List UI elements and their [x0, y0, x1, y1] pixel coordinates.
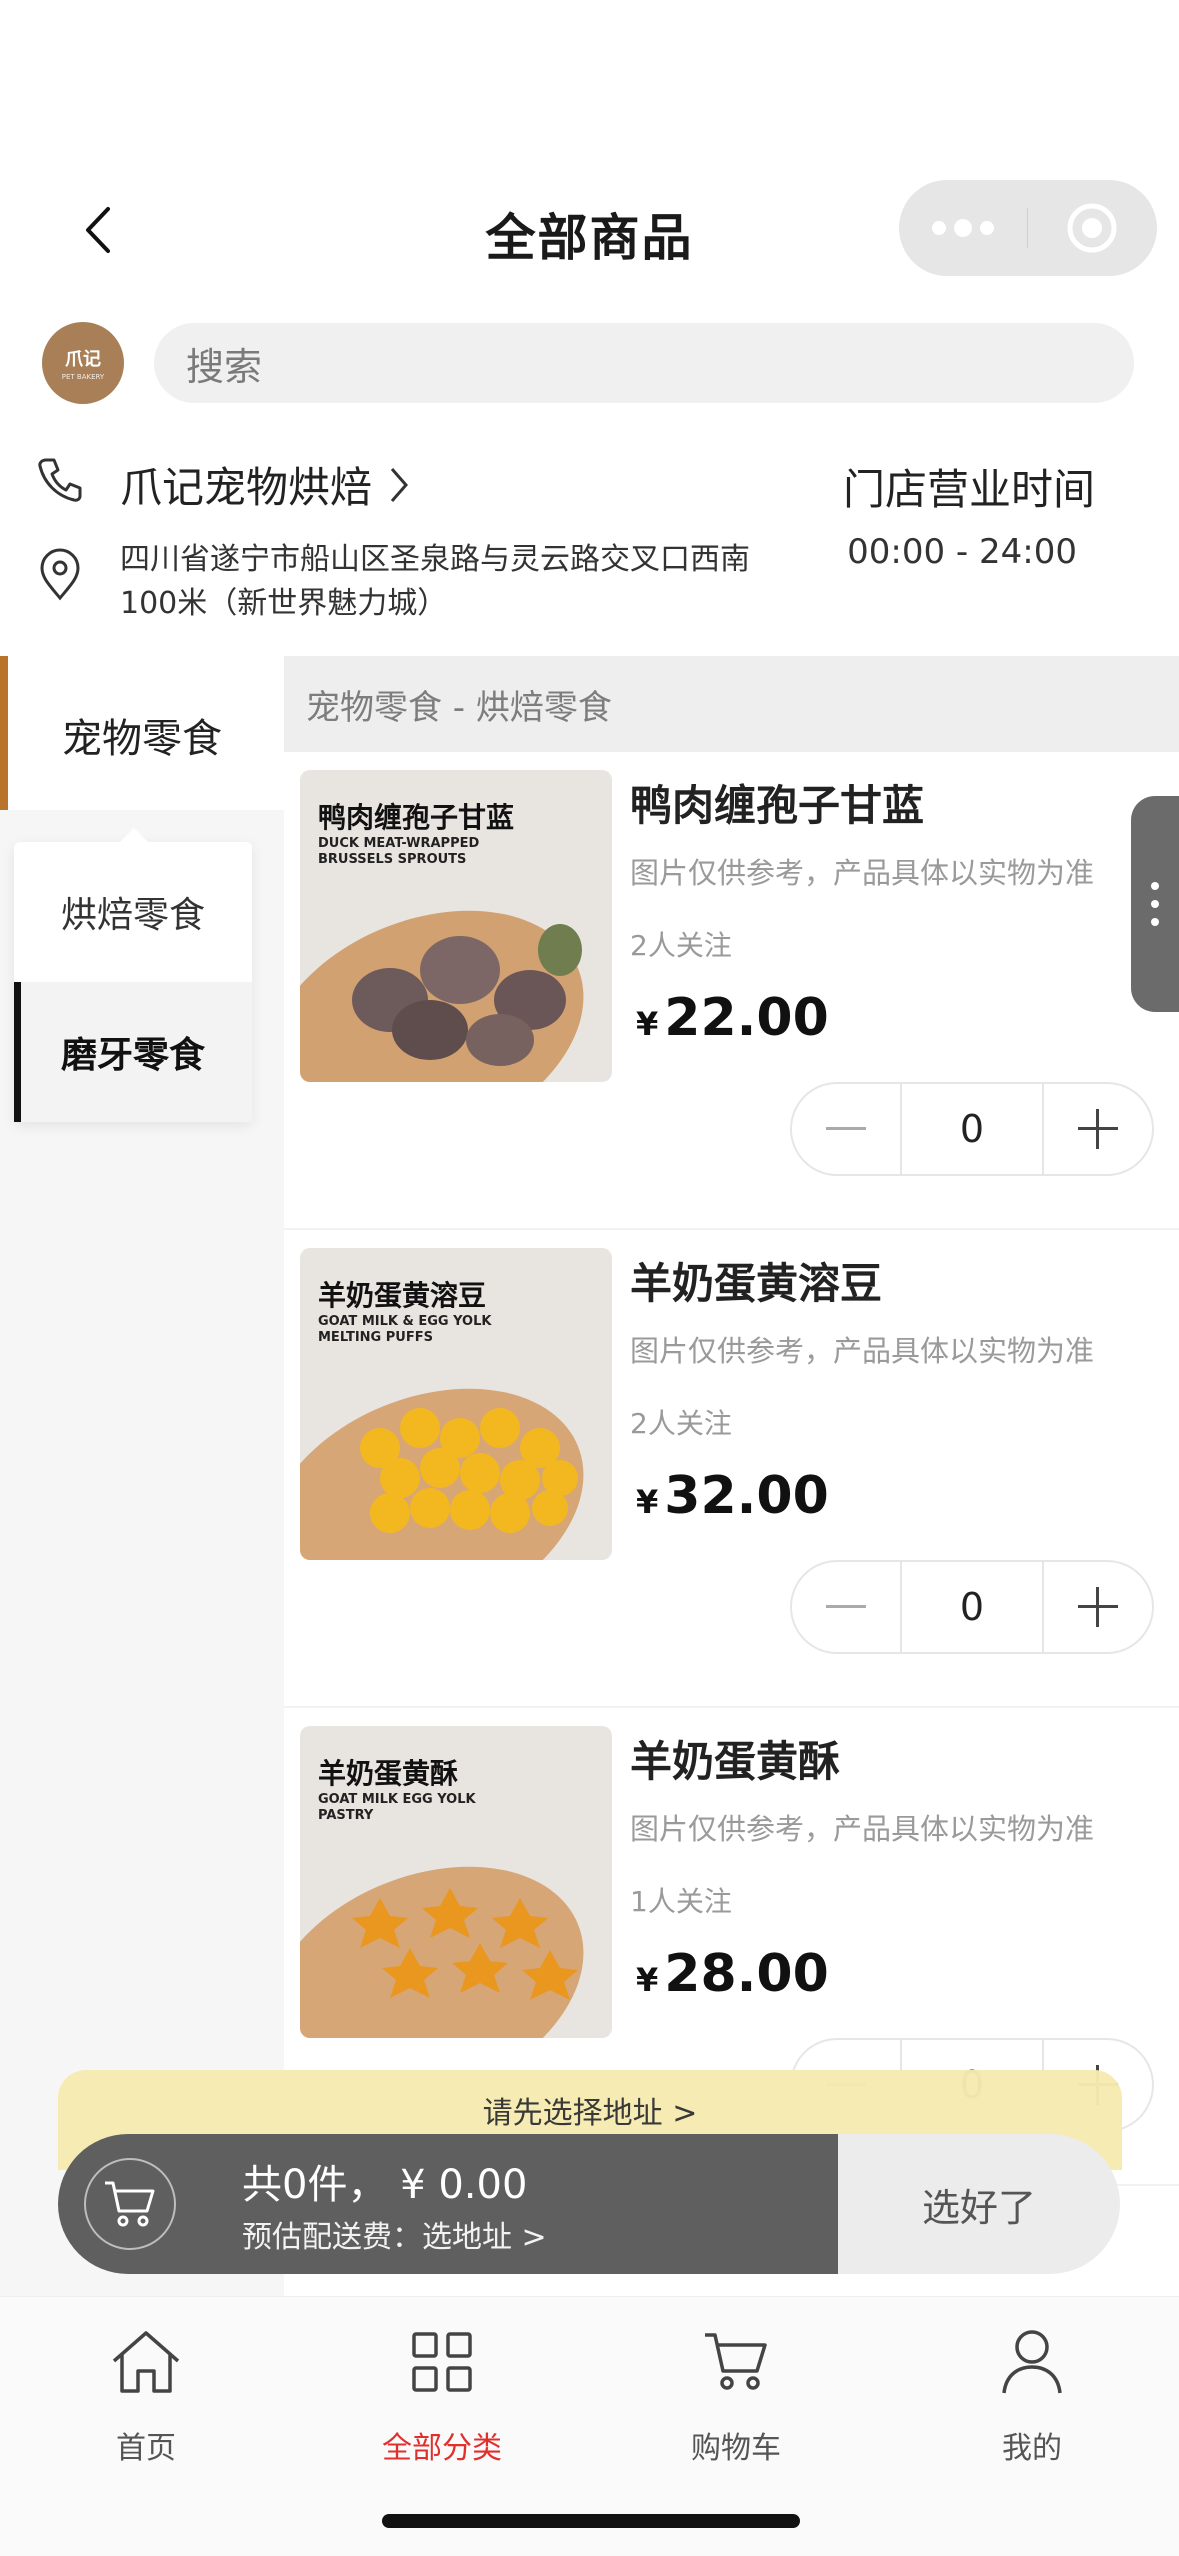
- nav-bar: 全部商品: [0, 180, 1179, 280]
- mini-program-capsule: [899, 180, 1157, 276]
- list-section-header: 宠物零食 - 烘焙零食: [284, 656, 1179, 752]
- product-price: ¥22.00: [636, 988, 829, 1048]
- product-image[interactable]: 鸭肉缠孢子甘蓝 DUCK MEAT-WRAPPED BRUSSELS SPROU…: [300, 770, 612, 1082]
- plus-icon: [1078, 1587, 1118, 1627]
- more-menu-button[interactable]: [899, 219, 1027, 237]
- store-logo: 爪记 PET BAKERY: [42, 322, 124, 404]
- image-caption: 羊奶蛋黄溶豆: [318, 1279, 487, 1312]
- subcategory-chew-snacks[interactable]: 磨牙零食: [14, 982, 252, 1122]
- product-card[interactable]: 鸭肉缠孢子甘蓝 DUCK MEAT-WRAPPED BRUSSELS SPROU…: [284, 752, 1179, 1230]
- product-title: 鸭肉缠孢子甘蓝: [630, 781, 925, 830]
- side-drawer-handle[interactable]: [1131, 796, 1179, 1012]
- store-name: 爪记宠物烘焙: [120, 463, 373, 512]
- subcategory-baked-snacks[interactable]: 烘焙零食: [14, 842, 252, 982]
- selected-subcategory-marker: [14, 982, 21, 1122]
- search-placeholder: 搜索: [186, 344, 263, 389]
- subcategory-panel: 烘焙零食 磨牙零食: [14, 828, 252, 1122]
- currency-symbol: ¥: [636, 1005, 659, 1043]
- follow-count: 1人关注: [630, 1885, 732, 1918]
- quantity-value[interactable]: 0: [900, 1562, 1044, 1652]
- product-note: 图片仅供参考，产品具体以实物为准: [630, 856, 1095, 890]
- cart-icon: [705, 2333, 767, 2390]
- minus-icon: [826, 1605, 866, 1608]
- tab-label: 首页: [116, 2431, 176, 2466]
- quantity-stepper: 0: [790, 1560, 1154, 1654]
- search-input[interactable]: 搜索: [154, 323, 1134, 403]
- cart-bar: 共0件， ¥ 0.00 预估配送费：选地址 > 选好了: [58, 2134, 1120, 2274]
- price-value: 28.00: [664, 1944, 829, 2004]
- product-title: 羊奶蛋黄溶豆: [630, 1259, 883, 1308]
- close-mini-program-button[interactable]: [1028, 201, 1156, 255]
- tab-label: 购物车: [691, 2431, 781, 2466]
- category-pet-snacks[interactable]: 宠物零食: [0, 656, 284, 810]
- tab-home[interactable]: 首页: [46, 2323, 246, 2467]
- hours-value: 00:00 - 24:00: [847, 532, 1077, 572]
- currency-symbol: ¥: [636, 1961, 659, 1999]
- product-title: 羊奶蛋黄酥: [630, 1737, 841, 1786]
- user-icon: [1002, 2330, 1062, 2394]
- product-card[interactable]: 羊奶蛋黄溶豆 GOAT MILK & EGG YOLK MELTING PUFF…: [284, 1230, 1179, 1708]
- price-value: 32.00: [664, 1466, 829, 1526]
- product-image[interactable]: 羊奶蛋黄溶豆 GOAT MILK & EGG YOLK MELTING PUFF…: [300, 1248, 612, 1560]
- home-icon: [112, 2331, 180, 2393]
- tab-label: 我的: [1002, 2431, 1062, 2466]
- category-rail: 宠物零食 烘焙零食 磨牙零食: [0, 656, 284, 2296]
- plus-icon: [1078, 1109, 1118, 1149]
- cart-summary[interactable]: 共0件， ¥ 0.00 预估配送费：选地址 >: [58, 2134, 838, 2274]
- store-address: 四川省遂宁市船山区圣泉路与灵云路交叉口西南100米（新世界魅力城）: [120, 542, 750, 621]
- image-caption: 羊奶蛋黄酥: [318, 1757, 459, 1790]
- follow-count: 2人关注: [630, 929, 732, 962]
- cart-icon: [105, 2181, 155, 2227]
- subcategory-label: 磨牙零食: [60, 1035, 205, 1076]
- price-value: 22.00: [664, 988, 829, 1048]
- category-label: 宠物零食: [62, 716, 222, 762]
- subcategory-label: 烘焙零食: [60, 895, 205, 936]
- quantity-value[interactable]: 0: [900, 1084, 1044, 1174]
- product-image[interactable]: 羊奶蛋黄酥 GOAT MILK EGG YOLK PASTRY: [300, 1726, 612, 2038]
- quantity-stepper: 0: [790, 1082, 1154, 1176]
- tab-cart[interactable]: 购物车: [636, 2323, 836, 2467]
- follow-count: 2人关注: [630, 1407, 732, 1440]
- tab-label: 全部分类: [382, 2431, 502, 2466]
- checkout-button[interactable]: 选好了: [838, 2134, 1120, 2274]
- image-caption-en: GOAT MILK & EGG YOLK MELTING PUFFS: [318, 1314, 492, 1345]
- product-price: ¥28.00: [636, 1944, 829, 2004]
- product-note: 图片仅供参考，产品具体以实物为准: [630, 1334, 1095, 1368]
- target-icon: [1067, 203, 1117, 253]
- image-caption-en: GOAT MILK EGG YOLK PASTRY: [318, 1792, 476, 1823]
- chevron-right-icon: [390, 467, 409, 502]
- tab-me[interactable]: 我的: [932, 2323, 1132, 2467]
- cart-button[interactable]: [84, 2158, 176, 2250]
- grid-icon: [412, 2332, 472, 2392]
- product-note: 图片仅供参考，产品具体以实物为准: [630, 1812, 1095, 1846]
- image-caption-en: DUCK MEAT-WRAPPED BRUSSELS SPROUTS: [318, 836, 480, 867]
- currency-symbol: ¥: [636, 1483, 659, 1521]
- product-price: ¥32.00: [636, 1466, 829, 1526]
- minus-icon: [826, 1127, 866, 1130]
- home-indicator[interactable]: [382, 2514, 800, 2528]
- cart-total: 共0件， ¥ 0.00: [242, 2162, 528, 2208]
- hours-label: 门店营业时间: [842, 465, 1095, 514]
- delivery-fee[interactable]: 预估配送费：选地址 >: [242, 2212, 547, 2256]
- increment-button[interactable]: [1044, 1562, 1152, 1652]
- phone-icon[interactable]: [36, 454, 86, 508]
- location-icon: [36, 546, 84, 606]
- decrement-button[interactable]: [792, 1562, 900, 1652]
- tab-all-categories[interactable]: 全部分类: [342, 2323, 542, 2467]
- decrement-button[interactable]: [792, 1084, 900, 1174]
- active-category-marker: [0, 656, 8, 810]
- image-caption: 鸭肉缠孢子甘蓝: [318, 801, 515, 834]
- store-name-link[interactable]: 爪记宠物烘焙: [120, 454, 410, 515]
- store-info: 爪记宠物烘焙 门店营业时间: [0, 446, 1179, 526]
- increment-button[interactable]: [1044, 1084, 1152, 1174]
